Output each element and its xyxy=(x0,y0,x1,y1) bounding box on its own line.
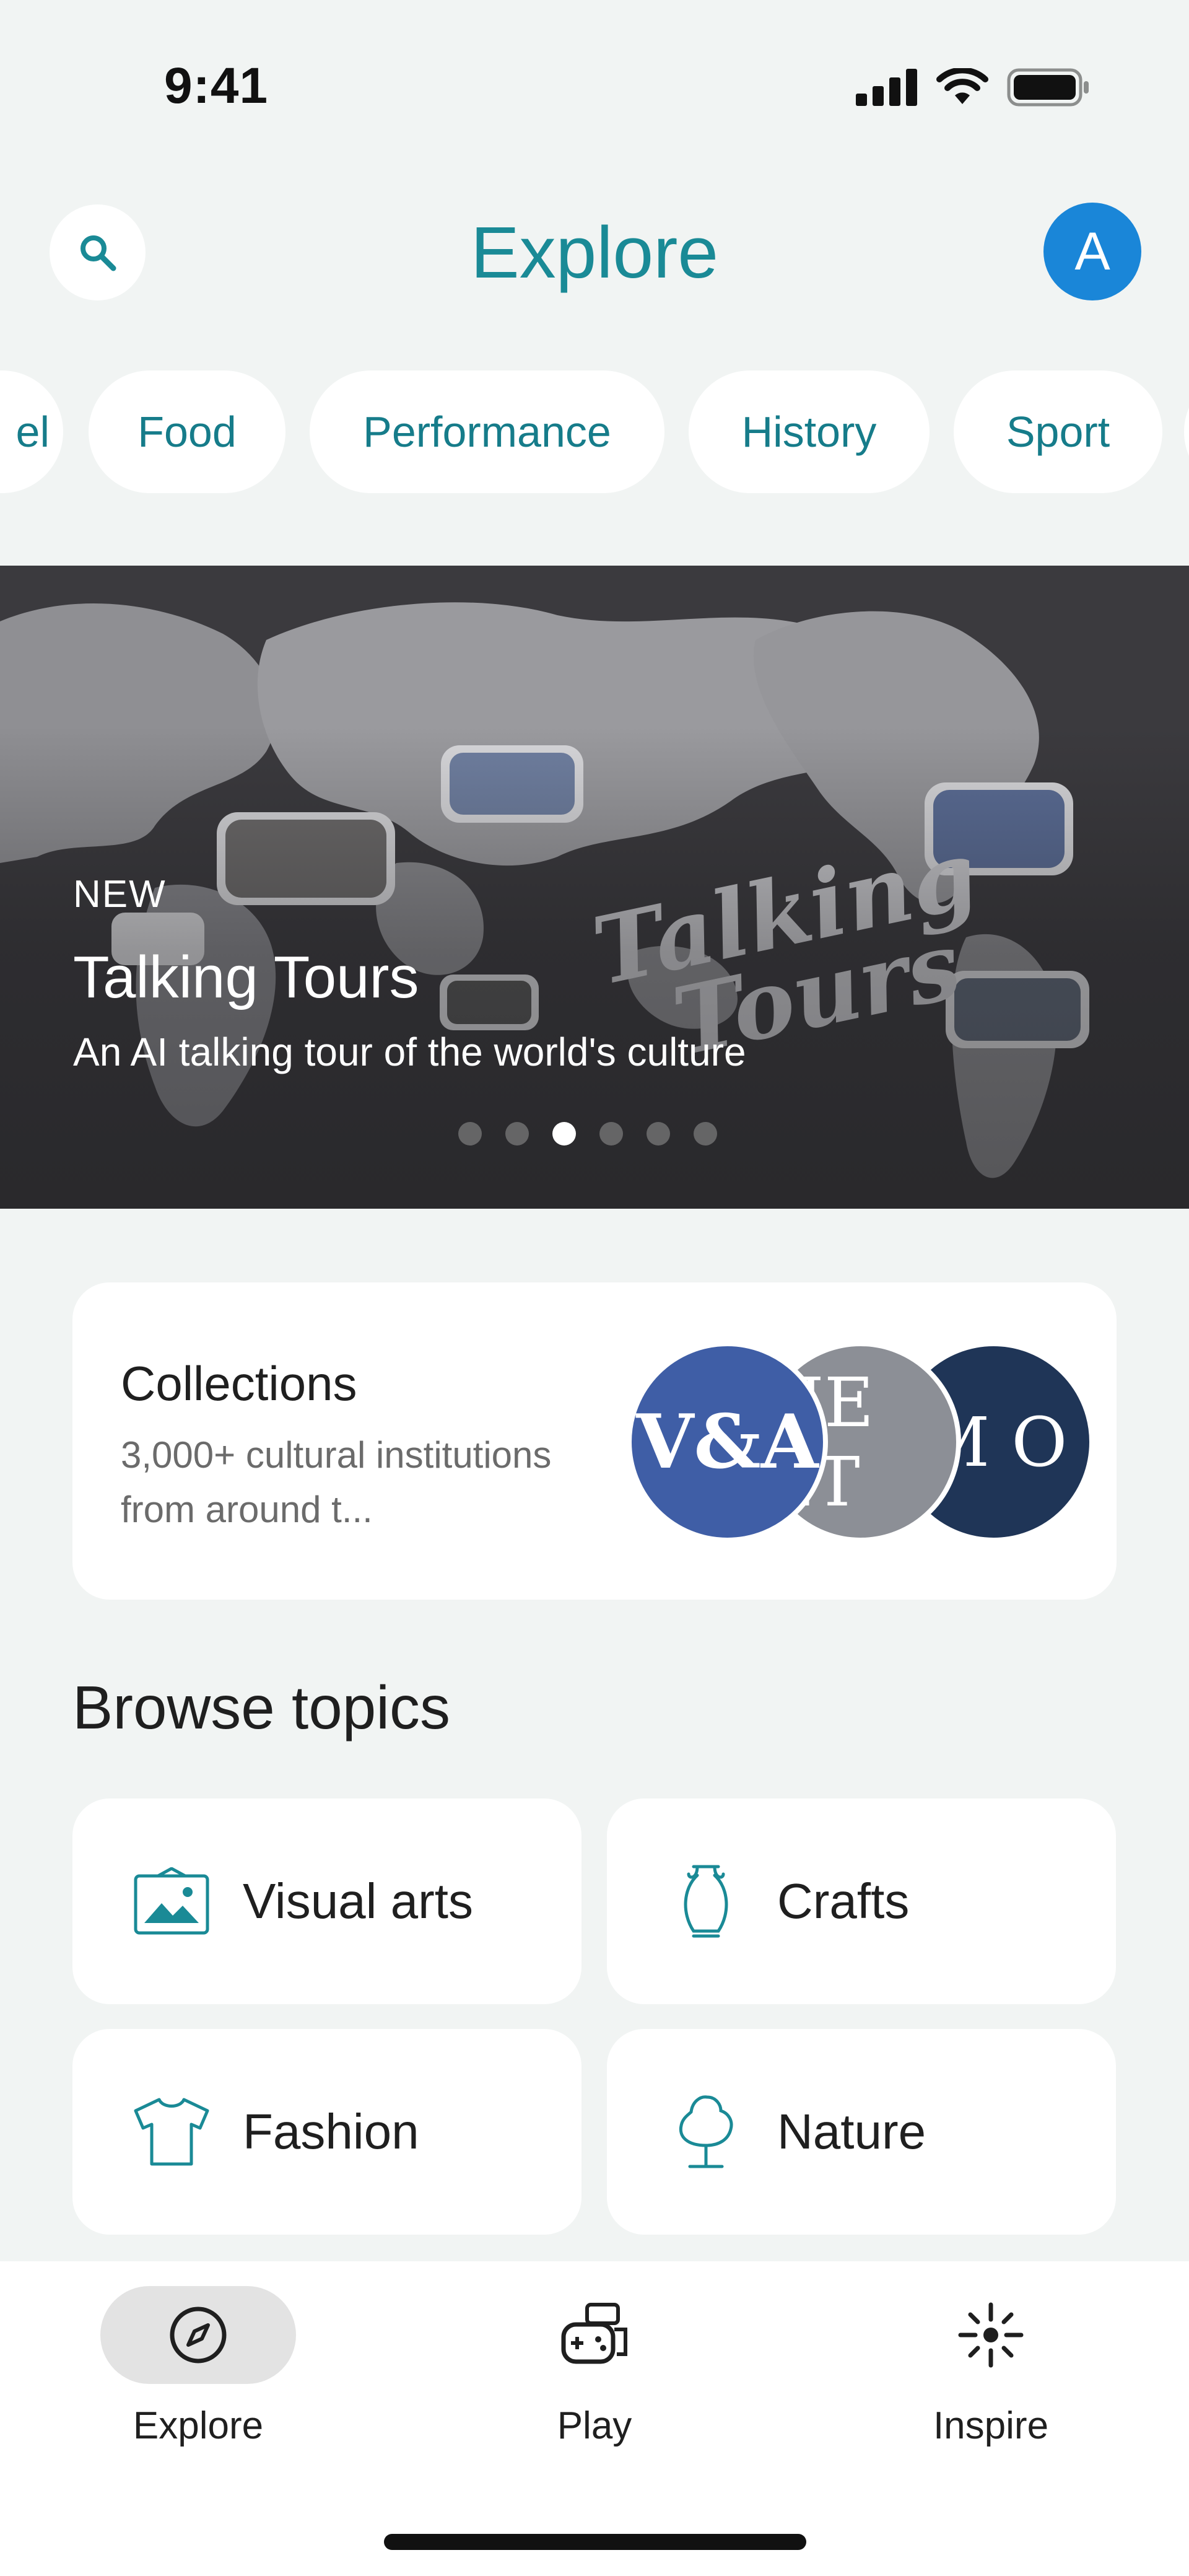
topic-label: Nature xyxy=(777,2104,926,2159)
topic-label: Crafts xyxy=(777,1873,910,1929)
chip-sport[interactable]: Sport xyxy=(954,370,1162,493)
game-controller-icon xyxy=(561,2303,627,2364)
topic-fashion[interactable]: Fashion xyxy=(72,2029,581,2235)
nav-inspire[interactable]: Inspire xyxy=(879,2286,1102,2472)
status-bar: 9:41 xyxy=(0,0,1189,161)
collections-card[interactable]: Collections 3,000+ cultural institutions… xyxy=(72,1282,1117,1600)
picture-frame-icon xyxy=(131,1861,212,1942)
avatar[interactable]: A xyxy=(1043,203,1141,300)
hero-badge: NEW xyxy=(73,873,167,916)
nav-pill xyxy=(893,2286,1089,2384)
topic-visual-arts[interactable]: Visual arts xyxy=(72,1798,581,2004)
chip-history[interactable]: History xyxy=(689,370,930,493)
carousel-dot[interactable] xyxy=(599,1122,623,1146)
status-time: 9:41 xyxy=(164,58,269,114)
status-icons xyxy=(856,68,1090,107)
sparkle-icon xyxy=(958,2302,1024,2368)
museum-logo-va: V&A xyxy=(627,1341,828,1543)
nav-play[interactable]: Play xyxy=(483,2286,706,2472)
collections-description: 3,000+ cultural institutions from around… xyxy=(121,1434,552,1530)
home-indicator[interactable] xyxy=(384,2534,806,2550)
carousel-dot[interactable] xyxy=(647,1122,670,1146)
hero-title: Talking Tours xyxy=(73,944,419,1010)
tshirt-icon xyxy=(131,2092,212,2172)
chip-next[interactable] xyxy=(1184,370,1189,493)
hero-subtitle: An AI talking tour of the world's cultur… xyxy=(73,1030,746,1074)
chip-performance[interactable]: Performance xyxy=(310,370,664,493)
nav-label: Inspire xyxy=(933,2404,1049,2447)
hero-gradient xyxy=(0,566,1189,1209)
chip-food[interactable]: Food xyxy=(89,370,285,493)
header: Explore A xyxy=(0,186,1189,322)
battery-icon xyxy=(1007,68,1089,107)
category-chips: el Food Performance History Sport xyxy=(0,370,1189,494)
tree-icon xyxy=(666,2092,746,2172)
carousel-dot[interactable] xyxy=(694,1122,717,1146)
browse-topics-title: Browse topics xyxy=(72,1673,451,1741)
hero-banner[interactable]: Talking Tours NEW Talking Tours An AI ta… xyxy=(0,566,1189,1209)
page-title: Explore xyxy=(470,212,719,294)
chip-label: el xyxy=(15,408,50,456)
wifi-icon xyxy=(936,68,988,104)
topic-crafts[interactable]: Crafts xyxy=(607,1798,1116,2004)
vase-icon xyxy=(666,1861,746,1942)
nav-label: Play xyxy=(557,2404,632,2447)
carousel-dot[interactable] xyxy=(505,1122,529,1146)
signal-icon xyxy=(856,69,917,106)
carousel-dots xyxy=(458,1122,717,1146)
bottom-navigation: Explore Play Inspire xyxy=(0,2261,1189,2576)
topic-label: Fashion xyxy=(243,2104,419,2159)
topic-nature[interactable]: Nature xyxy=(607,2029,1116,2235)
nav-label: Explore xyxy=(133,2404,264,2447)
nav-explore[interactable]: Explore xyxy=(87,2286,310,2472)
collections-title: Collections xyxy=(121,1356,357,1411)
chip-travel[interactable]: el xyxy=(0,370,63,493)
carousel-dot[interactable] xyxy=(458,1122,482,1146)
topic-label: Visual arts xyxy=(243,1873,474,1929)
compass-icon xyxy=(170,2307,227,2364)
nav-pill xyxy=(497,2286,692,2384)
carousel-dot-active[interactable] xyxy=(552,1122,576,1146)
nav-pill-active xyxy=(100,2286,296,2384)
collection-logos: M O HE ET V&A xyxy=(617,1341,1094,1546)
